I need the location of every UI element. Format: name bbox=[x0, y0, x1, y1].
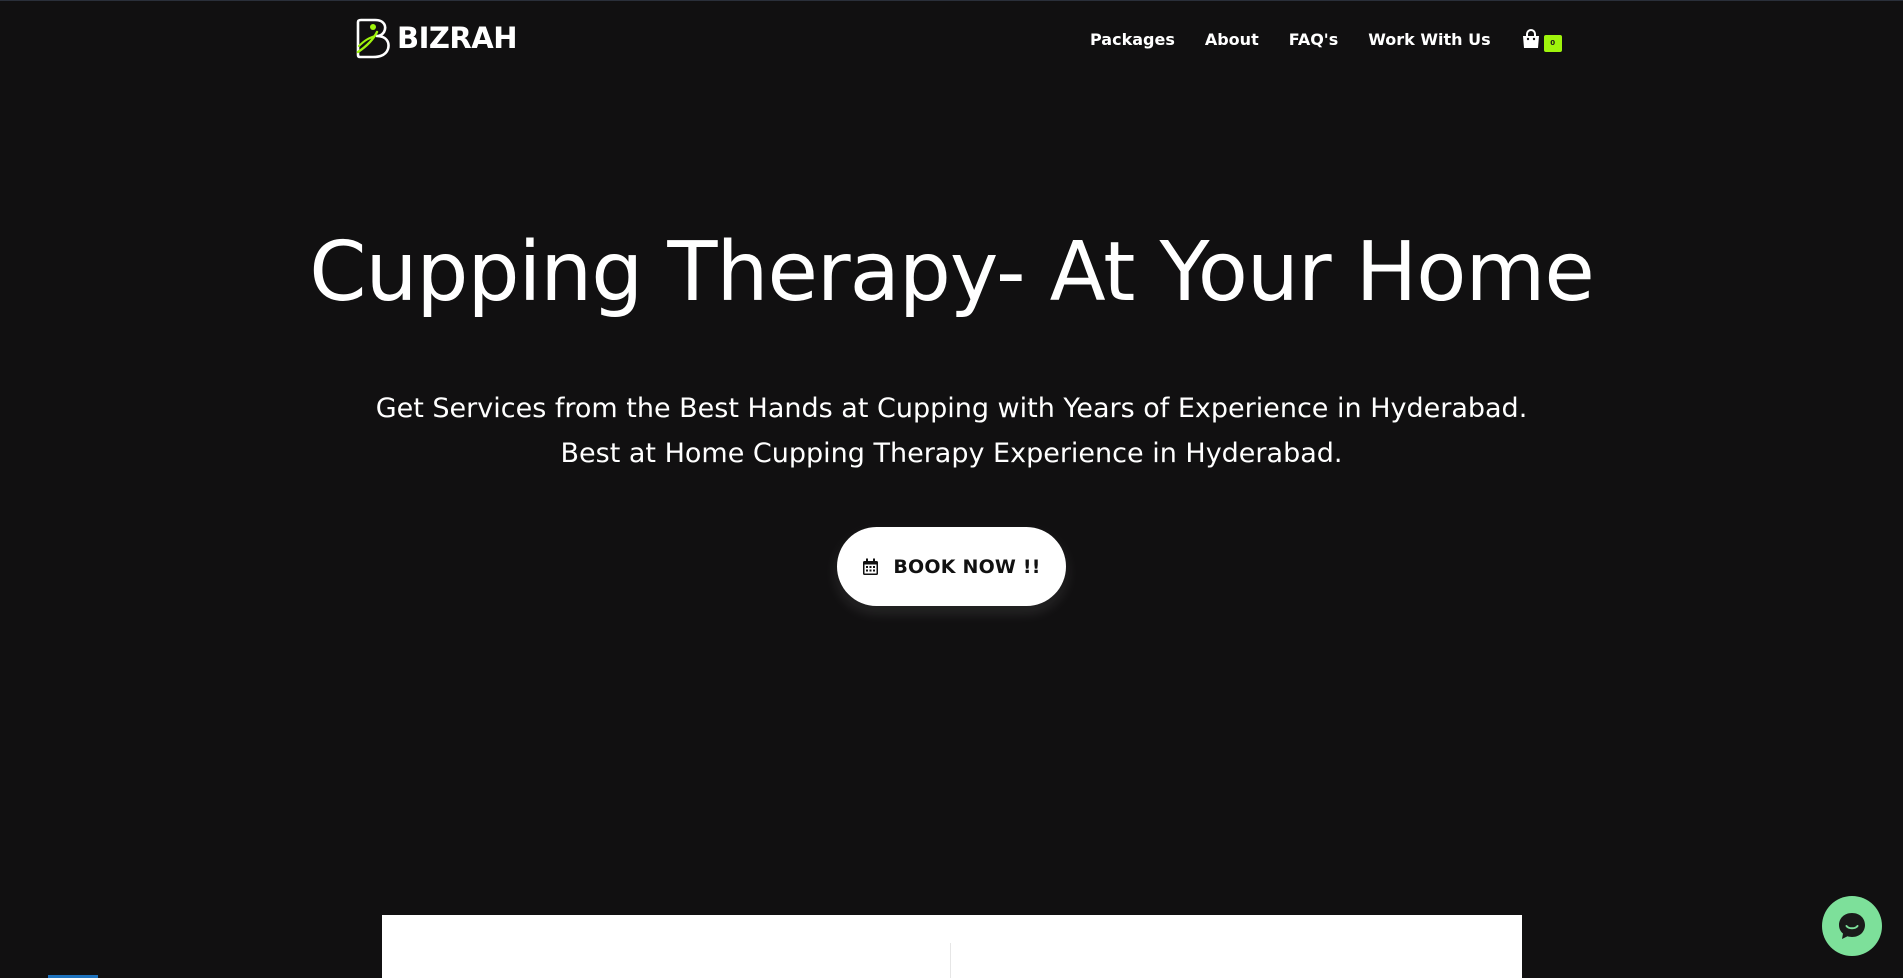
nav-item-work-with-us[interactable]: Work With Us bbox=[1368, 30, 1490, 49]
shopping-bag-icon bbox=[1522, 29, 1539, 48]
chat-widget-button[interactable] bbox=[1822, 896, 1882, 956]
calendar-icon bbox=[863, 558, 879, 575]
hero-subtitle-line-2: Best at Home Cupping Therapy Experience … bbox=[560, 438, 1343, 469]
hero-subtitle-line-1: Get Services from the Best Hands at Cupp… bbox=[375, 393, 1528, 424]
nav-item-packages[interactable]: Packages bbox=[1090, 30, 1175, 49]
cart-button[interactable]: 0 bbox=[1521, 28, 1562, 52]
nav-item-faqs[interactable]: FAQ's bbox=[1289, 30, 1339, 49]
content-panel bbox=[382, 915, 1522, 978]
panel-divider bbox=[950, 943, 951, 978]
brand-name: BIZRAH bbox=[397, 21, 517, 55]
page: BIZRAH Packages About FAQ's Work With Us… bbox=[0, 0, 1903, 978]
book-now-label: BOOK NOW !! bbox=[893, 555, 1041, 578]
book-now-button[interactable]: BOOK NOW !! bbox=[837, 527, 1066, 606]
cart-count-badge: 0 bbox=[1543, 35, 1562, 52]
main-nav: Packages About FAQ's Work With Us 0 bbox=[1090, 25, 1562, 53]
hero-title: Cupping Therapy- At Your Home bbox=[309, 225, 1595, 320]
logo-icon bbox=[356, 18, 390, 59]
chat-bubble-icon bbox=[1839, 913, 1865, 939]
nav-item-about[interactable]: About bbox=[1205, 30, 1259, 49]
brand-logo[interactable]: BIZRAH bbox=[355, 16, 517, 60]
